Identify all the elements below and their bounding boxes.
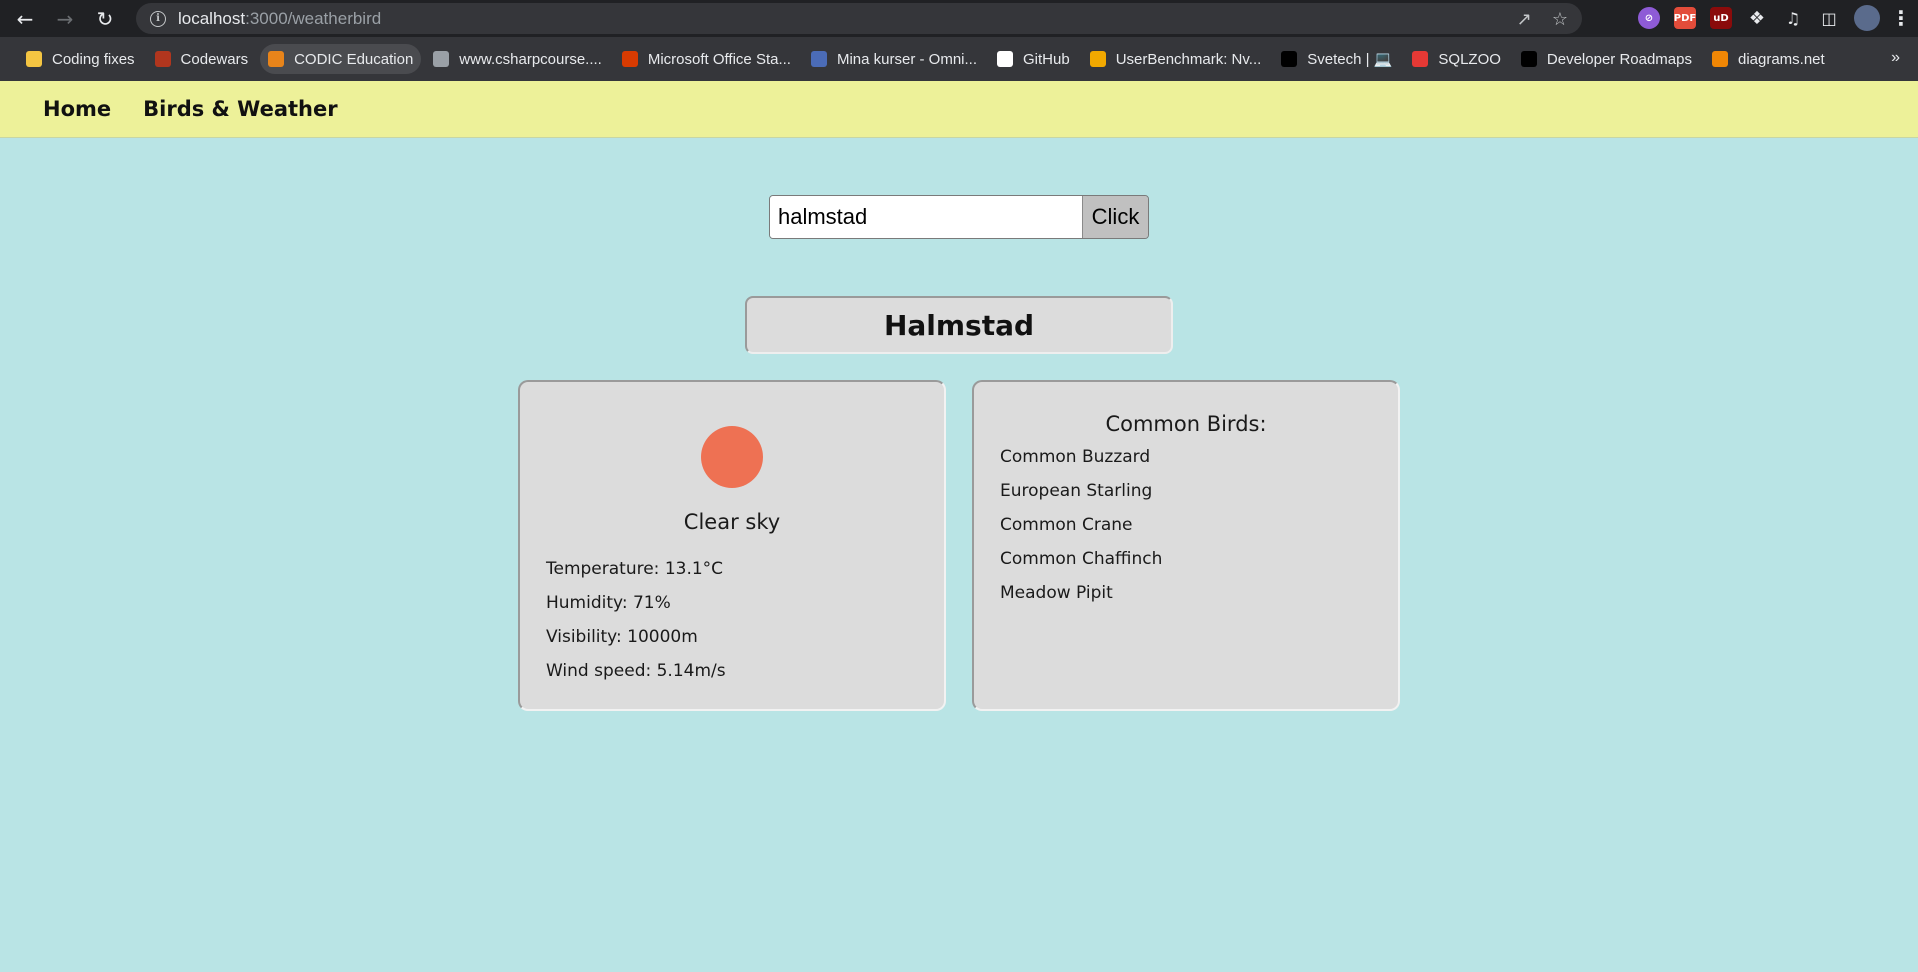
bookmark-item[interactable]: UserBenchmark: Nv... bbox=[1082, 44, 1270, 74]
list-item: Common Chaffinch bbox=[1000, 549, 1163, 569]
bookmark-label: Svetech | 💻 bbox=[1307, 51, 1393, 68]
bookmark-item[interactable]: Codewars bbox=[147, 44, 257, 74]
search-row: Click bbox=[0, 195, 1918, 239]
avatar[interactable] bbox=[1854, 5, 1880, 31]
search-form: Click bbox=[769, 195, 1149, 239]
list-item: Meadow Pipit bbox=[1000, 583, 1113, 603]
app-navbar: Home Birds & Weather bbox=[0, 81, 1918, 138]
extensions-area: ⊘ PDF uD ❖ ♫ ◫ ⋮ bbox=[1638, 5, 1911, 31]
back-icon[interactable]: ← bbox=[10, 4, 40, 34]
bookmark-label: Coding fixes bbox=[52, 50, 135, 68]
url-host: localhost bbox=[178, 8, 246, 28]
bookmark-label: Codewars bbox=[180, 50, 249, 68]
bookmark-item[interactable]: CODIC Education bbox=[260, 44, 422, 74]
bookmark-favicon-icon bbox=[1281, 51, 1298, 67]
bookmark-favicon-icon bbox=[1089, 51, 1106, 67]
visibility-text: Visibility: 10000m bbox=[546, 627, 698, 647]
puzzle-icon[interactable]: ❖ bbox=[1746, 7, 1768, 29]
list-item: Common Crane bbox=[1000, 515, 1133, 535]
bookmarks-bar: Coding fixes Codewars CODIC Education www.c… bbox=[0, 37, 1918, 81]
wind-speed-text: Wind speed: 5.14m/s bbox=[546, 661, 726, 681]
bookmark-favicon-icon bbox=[1412, 51, 1429, 67]
nav-home-link[interactable]: Home bbox=[43, 97, 111, 121]
list-item: Common Buzzard bbox=[1000, 447, 1151, 467]
bookmark-label: Microsoft Office Sta... bbox=[647, 50, 791, 68]
url-path: :3000/weatherbird bbox=[245, 8, 382, 28]
bookmark-favicon-icon bbox=[154, 51, 171, 67]
search-button[interactable]: Click bbox=[1082, 196, 1148, 238]
sun-icon bbox=[701, 426, 763, 488]
address-bar[interactable]: i localhost:3000/weatherbird ↗ ☆ bbox=[136, 3, 1582, 34]
media-icon[interactable]: ♫ bbox=[1782, 7, 1804, 29]
bookmark-label: CODIC Education bbox=[294, 50, 414, 68]
bookmark-label: www.csharpcourse.... bbox=[459, 50, 602, 68]
site-info-icon[interactable]: i bbox=[150, 10, 166, 27]
bookmark-favicon-icon bbox=[1520, 51, 1537, 67]
birds-list: Common Buzzard European Starling Common … bbox=[1000, 440, 1372, 610]
nav-birds-weather-link[interactable]: Birds & Weather bbox=[143, 97, 337, 121]
birds-card: Common Birds: Common Buzzard European St… bbox=[972, 380, 1400, 711]
bookmark-item[interactable]: SQLZOO bbox=[1404, 44, 1509, 74]
bookmark-star-icon[interactable]: ☆ bbox=[1552, 9, 1568, 30]
bookmark-label: UserBenchmark: Nv... bbox=[1115, 50, 1262, 68]
weather-description: Clear sky bbox=[683, 510, 781, 534]
reload-icon[interactable]: ↻ bbox=[90, 4, 120, 34]
bookmark-item[interactable]: GitHub bbox=[989, 44, 1078, 74]
bookmark-favicon-icon bbox=[621, 51, 638, 67]
bookmark-item[interactable]: Svetech | 💻 bbox=[1273, 44, 1400, 74]
bookmark-item[interactable]: www.csharpcourse.... bbox=[425, 44, 610, 74]
bookmark-favicon-icon bbox=[268, 51, 285, 67]
side-panel-icon[interactable]: ◫ bbox=[1818, 7, 1840, 29]
bookmark-favicon-icon bbox=[26, 51, 42, 67]
bookmark-item[interactable]: diagrams.net bbox=[1704, 44, 1833, 74]
extension-icon[interactable]: ⊘ bbox=[1638, 7, 1660, 29]
url-text[interactable]: localhost:3000/weatherbird bbox=[178, 9, 381, 29]
humidity-text: Humidity: 71% bbox=[546, 593, 671, 613]
bookmark-favicon-icon bbox=[433, 51, 450, 67]
pdf-extension-icon[interactable]: PDF bbox=[1674, 7, 1696, 29]
bookmark-label: Developer Roadmaps bbox=[1546, 50, 1692, 68]
forward-icon[interactable]: → bbox=[50, 4, 80, 34]
omnibox-actions: ↗ ☆ bbox=[1517, 9, 1568, 30]
city-search-input[interactable] bbox=[770, 196, 1082, 238]
bookmark-item[interactable]: Developer Roadmaps bbox=[1513, 44, 1700, 74]
bookmark-label: GitHub bbox=[1023, 50, 1070, 68]
browser-toolbar: ← → ↻ i localhost:3000/weatherbird ↗ ☆ ⊘… bbox=[0, 0, 1918, 37]
bookmark-item[interactable]: Coding fixes bbox=[18, 44, 143, 74]
list-item: European Starling bbox=[1000, 481, 1153, 501]
bookmark-favicon-icon bbox=[1711, 51, 1728, 67]
birds-title: Common Birds: bbox=[1105, 412, 1267, 436]
city-title: Halmstad bbox=[745, 296, 1173, 354]
bookmark-item[interactable]: Mina kurser - Omni... bbox=[803, 44, 985, 74]
bookmark-label: Mina kurser - Omni... bbox=[836, 50, 977, 68]
bookmark-favicon-icon bbox=[997, 51, 1013, 67]
temperature-text: Temperature: 13.1°C bbox=[546, 559, 724, 579]
weather-stats: Temperature: 13.1°C Humidity: 71% Visibi… bbox=[546, 552, 918, 688]
ublock-icon[interactable]: uD bbox=[1710, 7, 1732, 29]
bookmark-favicon-icon bbox=[810, 51, 827, 67]
more-bookmarks-icon[interactable]: » bbox=[1891, 49, 1900, 67]
bookmark-item[interactable]: Microsoft Office Sta... bbox=[614, 44, 799, 74]
info-cards: Clear sky Temperature: 13.1°C Humidity: … bbox=[0, 380, 1918, 711]
bookmark-label: diagrams.net bbox=[1737, 50, 1825, 68]
bookmark-label: SQLZOO bbox=[1438, 50, 1501, 68]
share-icon[interactable]: ↗ bbox=[1517, 9, 1532, 30]
weather-card: Clear sky Temperature: 13.1°C Humidity: … bbox=[518, 380, 946, 711]
browser-menu-icon[interactable]: ⋮ bbox=[1891, 6, 1911, 30]
